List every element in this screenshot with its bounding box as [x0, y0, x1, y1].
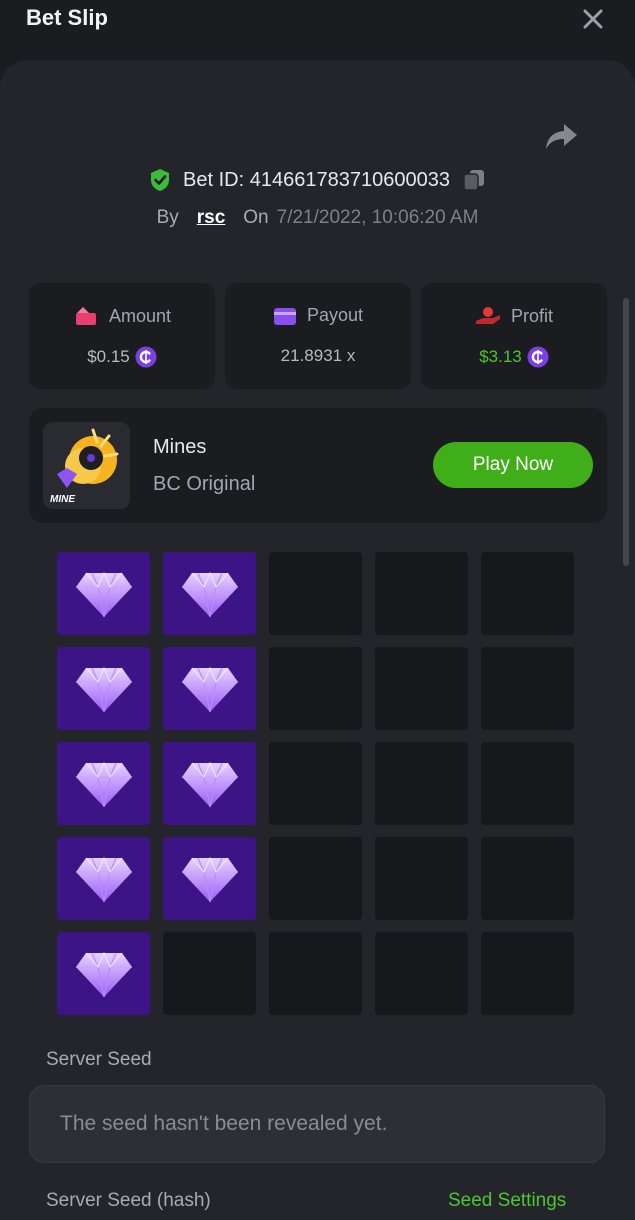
hidden-tile — [269, 742, 362, 825]
shield-check-icon — [151, 169, 170, 191]
profit-label: Profit — [510, 305, 553, 326]
gem-icon — [75, 951, 132, 997]
bet-id-row: Bet ID: 414661783710600033 — [0, 166, 635, 194]
gem-tile — [163, 552, 256, 635]
hidden-tile — [375, 837, 468, 920]
scrollbar[interactable] — [623, 298, 629, 566]
gem-tile — [163, 742, 256, 825]
server-seed-value: The seed hasn't been revealed yet. — [60, 1112, 388, 1135]
game-card: MINE Mines BC Original Play Now — [29, 408, 607, 523]
gem-tile — [57, 647, 150, 730]
bet-amount-icon — [75, 307, 96, 325]
bet-id: Bet ID: 414661783710600033 — [183, 168, 450, 191]
seed-settings-link[interactable]: Seed Settings — [448, 1190, 566, 1212]
gem-icon — [75, 666, 132, 712]
svg-text:MINE: MINE — [50, 494, 75, 505]
gem-tile — [57, 552, 150, 635]
bet-meta-row: By rsc On 7/21/2022, 10:06:20 AM — [0, 204, 635, 232]
gem-tile — [57, 932, 150, 1015]
gem-icon — [75, 571, 132, 617]
payout-card: Payout 21.8931 x — [225, 283, 411, 389]
payout-label: Payout — [306, 305, 364, 325]
gem-icon — [181, 856, 238, 902]
copy-icon[interactable] — [462, 168, 486, 192]
share-icon[interactable] — [544, 121, 578, 151]
hidden-tile — [481, 647, 574, 730]
hidden-tile — [481, 932, 574, 1015]
server-seed-field[interactable]: The seed hasn't been revealed yet. — [29, 1085, 605, 1163]
gem-icon — [75, 856, 132, 902]
gem-tile — [57, 742, 150, 825]
gem-tile — [163, 837, 256, 920]
hidden-tile — [375, 552, 468, 635]
username-link[interactable]: rsc — [197, 207, 226, 229]
hidden-tile — [269, 837, 362, 920]
bet-datetime: 7/21/2022, 10:06:20 AM — [276, 207, 479, 228]
hidden-tile — [269, 932, 362, 1015]
hidden-tile — [269, 552, 362, 635]
hidden-tile — [481, 552, 574, 635]
hidden-tile — [269, 647, 362, 730]
payout-value: 21.8931 x — [280, 346, 356, 365]
gem-icon — [181, 571, 238, 617]
amount-value: $0.15 — [87, 347, 130, 366]
game-subtitle: BC Original — [153, 473, 256, 495]
gem-tile — [163, 647, 256, 730]
gem-icon — [181, 666, 238, 712]
hidden-tile — [481, 742, 574, 825]
profit-value: $3.13 — [479, 347, 522, 366]
play-now-button[interactable]: Play Now — [433, 442, 593, 488]
profit-card: Profit $3.13 — [421, 283, 607, 389]
header: Bet Slip — [0, 0, 635, 40]
profit-hand-icon — [475, 307, 500, 324]
hidden-tile — [375, 742, 468, 825]
by-label: By — [156, 207, 179, 228]
amount-card: Amount $0.15 — [29, 283, 215, 389]
coin-icon — [527, 346, 549, 368]
hidden-tile — [375, 932, 468, 1015]
hidden-tile — [163, 932, 256, 1015]
coin-icon — [135, 346, 157, 368]
game-name: Mines — [153, 436, 207, 458]
gem-icon — [181, 761, 238, 807]
server-seed-label: Server Seed — [46, 1049, 152, 1070]
gem-tile — [57, 837, 150, 920]
gem-icon — [75, 761, 132, 807]
amount-label: Amount — [108, 305, 172, 326]
page-title: Bet Slip — [26, 5, 108, 30]
server-seed-hash-label: Server Seed (hash) — [46, 1190, 211, 1211]
hidden-tile — [375, 647, 468, 730]
close-icon[interactable] — [578, 4, 608, 34]
mines-board — [57, 552, 574, 1015]
on-label: On — [243, 207, 269, 228]
wallet-icon — [273, 307, 296, 325]
mines-game-thumbnail[interactable]: MINE — [43, 422, 130, 509]
hidden-tile — [481, 837, 574, 920]
